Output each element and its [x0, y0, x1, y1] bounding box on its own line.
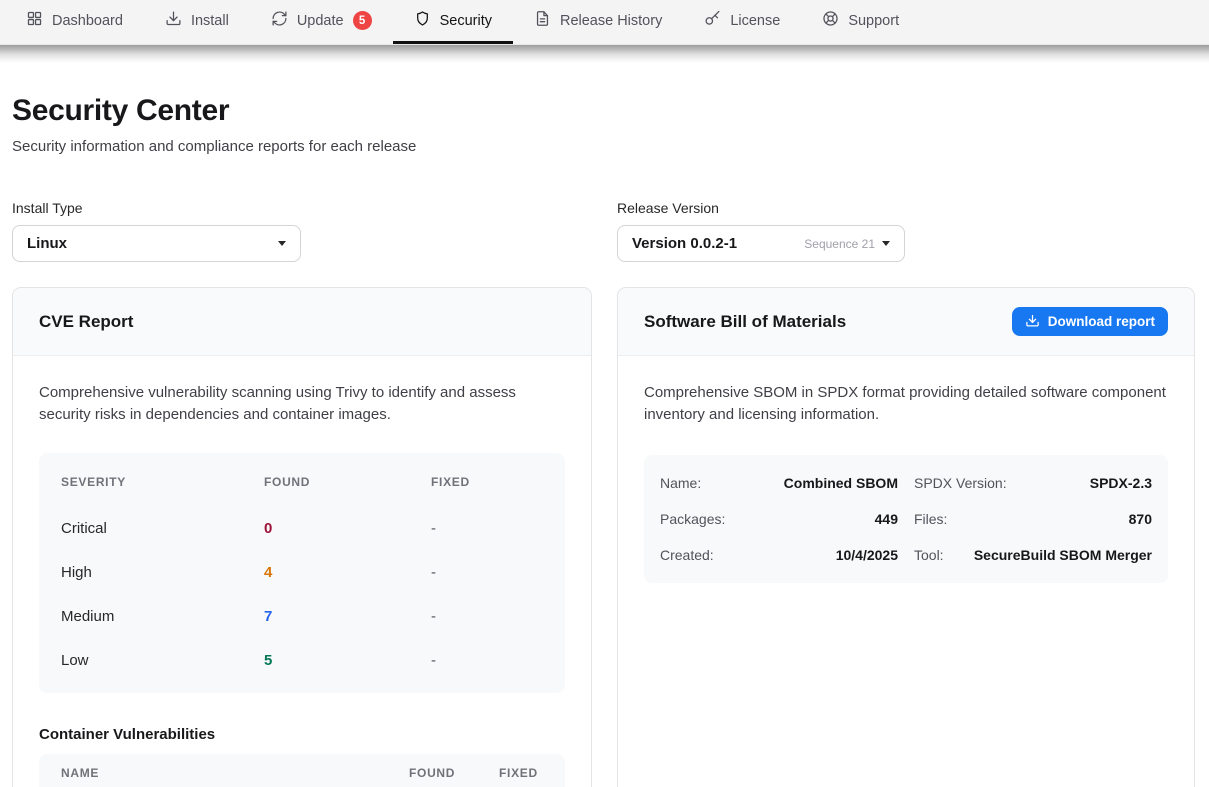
sbom-detail-label: Files: — [914, 511, 947, 527]
sbom-detail-label: Tool: — [914, 547, 944, 563]
table-row: Medium 7 - — [39, 595, 565, 639]
nav-item-label: Release History — [560, 13, 662, 29]
found-count: 5 — [264, 652, 431, 669]
nav-item-install[interactable]: Install — [144, 0, 250, 44]
filters-row: Install Type Linux Release Version Versi… — [12, 200, 1197, 262]
release-version-filter: Release Version Version 0.0.2-1 Sequence… — [617, 200, 1195, 262]
found-count: 0 — [264, 520, 431, 537]
table-row: Critical 0 - — [39, 507, 565, 551]
container-vulnerabilities-header: NAME FOUND FIXED — [39, 754, 565, 787]
nav-scroll-shadow — [0, 45, 1209, 63]
nav-item-support[interactable]: Support — [801, 0, 920, 44]
download-report-label: Download report — [1048, 314, 1155, 329]
chevron-down-icon — [278, 241, 286, 246]
download-icon — [1025, 313, 1040, 331]
cve-report-card: CVE Report Comprehensive vulnerability s… — [12, 287, 592, 787]
sbom-detail-value: Combined SBOM — [784, 475, 898, 491]
nav-item-update[interactable]: Update 5 — [250, 0, 393, 44]
install-type-label: Install Type — [12, 200, 592, 216]
nav-item-dashboard[interactable]: Dashboard — [5, 0, 144, 44]
sbom-title: Software Bill of Materials — [644, 312, 846, 332]
sbom-detail-label: Packages: — [660, 511, 725, 527]
refresh-icon — [271, 10, 288, 31]
severity-name: Critical — [61, 520, 264, 537]
download-report-button[interactable]: Download report — [1012, 307, 1168, 336]
install-type-select[interactable]: Linux — [12, 225, 301, 262]
download-icon — [165, 10, 182, 31]
chevron-down-icon — [882, 241, 890, 246]
severity-col-header: SEVERITY — [61, 475, 264, 489]
sbom-details: Name: Combined SBOM SPDX Version: SPDX-2… — [644, 455, 1168, 583]
severity-table: SEVERITY FOUND FIXED Critical 0 - High 4… — [39, 453, 565, 693]
security-center-page: Security Center Security information and… — [0, 94, 1209, 787]
page-subtitle: Security information and compliance repo… — [12, 138, 1197, 155]
nav-item-license[interactable]: License — [683, 0, 801, 44]
sbom-card: Software Bill of Materials Download repo… — [617, 287, 1195, 787]
nav-item-security[interactable]: Security — [393, 0, 513, 44]
found-col-header: FOUND — [264, 475, 431, 489]
sequence-label: Sequence 21 — [804, 237, 875, 251]
sbom-header: Software Bill of Materials Download repo… — [618, 288, 1194, 356]
sbom-detail-value: 10/4/2025 — [836, 547, 898, 563]
severity-name: Medium — [61, 608, 264, 625]
sbom-detail-value: 870 — [1129, 511, 1152, 527]
cve-report-title: CVE Report — [39, 312, 133, 332]
cve-report-body: Comprehensive vulnerability scanning usi… — [13, 356, 591, 787]
release-version-label: Release Version — [617, 200, 1195, 216]
nav-item-release-history[interactable]: Release History — [513, 0, 683, 44]
name-col-header: NAME — [61, 766, 380, 780]
nav-item-label: Dashboard — [52, 13, 123, 29]
release-version-value: Version 0.0.2-1 — [632, 235, 737, 252]
nav-item-label: Security — [440, 13, 492, 29]
nav-item-label: Install — [191, 13, 229, 29]
sbom-body: Comprehensive SBOM in SPDX format provid… — [618, 356, 1194, 609]
install-type-value: Linux — [27, 235, 67, 252]
nav-item-label: Support — [848, 13, 899, 29]
dashboard-grid-icon — [26, 10, 43, 31]
sbom-detail-value: 449 — [875, 511, 898, 527]
lifebuoy-icon — [822, 10, 839, 31]
update-count-badge: 5 — [353, 11, 372, 30]
sbom-detail-value: SecureBuild SBOM Merger — [974, 547, 1152, 563]
sbom-details-row: Name: Combined SBOM SPDX Version: SPDX-2… — [660, 465, 1152, 501]
container-vulnerabilities-title: Container Vulnerabilities — [39, 726, 565, 743]
sbom-detail-label: Created: — [660, 547, 714, 563]
fixed-col-header: FIXED — [431, 475, 543, 489]
document-icon — [534, 10, 551, 31]
severity-table-header: SEVERITY FOUND FIXED — [39, 457, 565, 507]
release-version-select[interactable]: Version 0.0.2-1 Sequence 21 — [617, 225, 905, 262]
sbom-details-row: Packages: 449 Files: 870 — [660, 501, 1152, 537]
sbom-description: Comprehensive SBOM in SPDX format provid… — [644, 382, 1168, 426]
sbom-detail-value: SPDX-2.3 — [1090, 475, 1152, 491]
cve-report-header: CVE Report — [13, 288, 591, 356]
found-col-header: FOUND — [409, 766, 470, 780]
nav-item-label: Update — [297, 13, 344, 29]
cve-report-description: Comprehensive vulnerability scanning usi… — [39, 382, 565, 426]
severity-name: High — [61, 564, 264, 581]
sbom-detail-label: Name: — [660, 475, 701, 491]
nav-item-label: License — [730, 13, 780, 29]
fixed-col-header: FIXED — [499, 766, 543, 780]
cards-row: CVE Report Comprehensive vulnerability s… — [12, 287, 1197, 787]
found-count: 7 — [264, 608, 431, 625]
install-type-filter: Install Type Linux — [12, 200, 592, 262]
fixed-count: - — [431, 520, 543, 537]
sbom-detail-label: SPDX Version: — [914, 475, 1007, 491]
found-count: 4 — [264, 564, 431, 581]
top-nav: Dashboard Install Update 5 Security Rele… — [0, 0, 1209, 45]
page-title: Security Center — [12, 94, 1197, 128]
shield-icon — [414, 10, 431, 31]
fixed-count: - — [431, 564, 543, 581]
table-row: Low 5 - — [39, 639, 565, 683]
fixed-count: - — [431, 608, 543, 625]
table-row: High 4 - — [39, 551, 565, 595]
severity-name: Low — [61, 652, 264, 669]
key-icon — [704, 10, 721, 31]
sbom-details-row: Created: 10/4/2025 Tool: SecureBuild SBO… — [660, 537, 1152, 573]
fixed-count: - — [431, 652, 543, 669]
